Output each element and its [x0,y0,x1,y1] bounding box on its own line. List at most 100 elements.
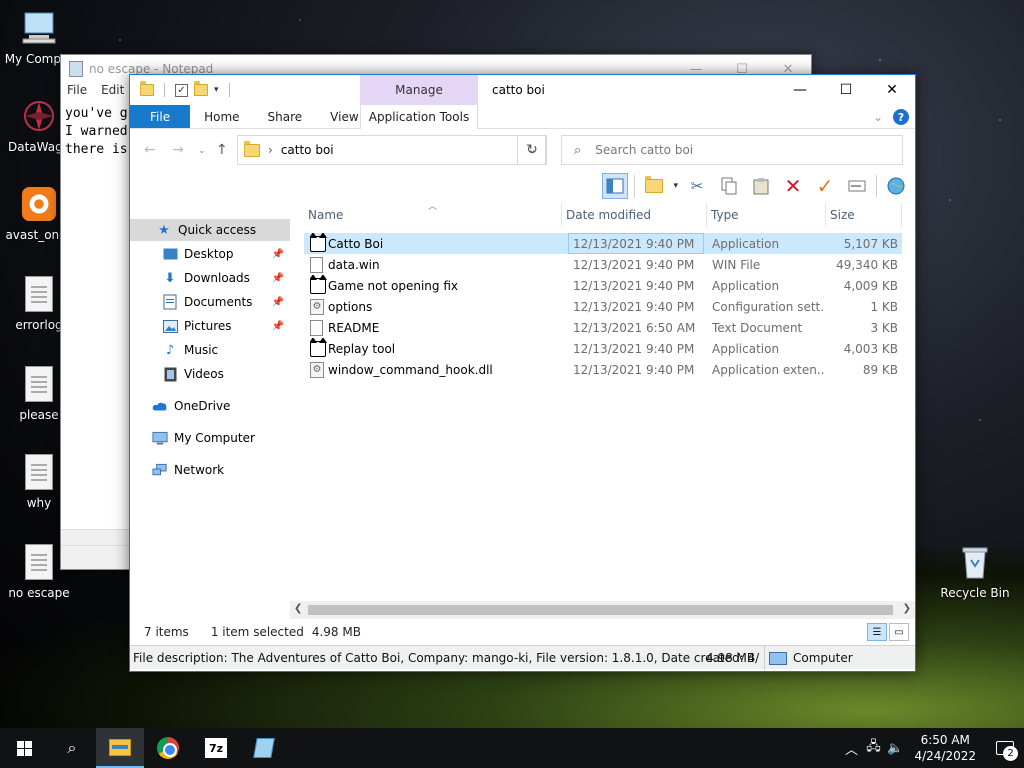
taskbar: ⌕ 7z ︿ 🖧 🔈 6:50 AM 4/24/2022 2 [0,728,1024,768]
manage-tab-header[interactable]: Manage [360,75,478,105]
paste-icon[interactable] [748,173,774,199]
file-date: 12/13/2021 9:40 PM [573,341,695,356]
toolbar-separator [634,175,636,197]
chevron-right-icon[interactable]: › [268,143,273,157]
large-icons-view-icon[interactable]: ▭ [889,623,909,641]
file-date: 12/13/2021 9:40 PM [573,362,695,377]
rename-icon[interactable] [844,173,870,199]
tab-share[interactable]: Share [254,105,317,128]
pin-icon[interactable]: 📌 [272,321,284,332]
taskbar-chrome[interactable] [144,728,192,768]
nav-item-documents[interactable]: Documents 📌 [130,291,290,313]
copy-icon[interactable] [716,173,742,199]
clock[interactable]: 6:50 AM 4/24/2022 [914,732,976,764]
pin-icon[interactable]: 📌 [272,297,284,308]
file-row-readme[interactable]: README 12/13/2021 6:50 AM Text Document … [304,317,902,338]
desktop-icon-recycle-bin[interactable]: Recycle Bin [935,542,1015,600]
explorer-titlebar[interactable]: ✓ ▾ Manage catto boi — ☐ ✕ [130,75,915,105]
nav-item-music[interactable]: ♪ Music [130,339,290,361]
file-description: File description: The Adventures of Catt… [133,650,760,665]
refresh-button[interactable]: ↻ [517,135,547,165]
recent-locations-icon[interactable]: ⌄ [198,146,206,156]
nav-item-videos[interactable]: Videos [130,363,290,385]
chevron-down-icon[interactable]: ▾ [673,181,678,191]
file-row-window-command-hook[interactable]: ⚙ window_command_hook.dll 12/13/2021 9:4… [304,359,902,380]
minimize-icon[interactable]: — [777,75,823,105]
file-row-game-not-opening-fix[interactable]: Game not opening fix 12/13/2021 9:40 PM … [304,275,902,296]
nav-item-my-computer[interactable]: My Computer [130,427,290,449]
breadcrumb-current[interactable]: catto boi [281,143,334,157]
nav-item-network[interactable]: Network [130,459,290,481]
file-name: data.win [328,257,380,272]
tab-application-tools[interactable]: Application Tools [360,105,478,129]
globe-icon[interactable] [883,173,909,199]
file-explorer-window[interactable]: ✓ ▾ Manage catto boi — ☐ ✕ File Home Sha… [129,74,916,672]
ribbon-tabs: File Home Share View Application Tools [130,105,915,129]
column-header-size[interactable]: Size [826,203,902,227]
nav-item-quick-access[interactable]: ★ Quick access [130,219,290,241]
toolbar-separator [164,83,165,97]
action-center-button[interactable]: 2 [986,728,1024,768]
new-folder-button[interactable] [641,173,667,199]
nav-item-pictures[interactable]: Pictures 📌 [130,315,290,337]
taskbar-notepad[interactable] [240,728,288,768]
horizontal-scrollbar[interactable]: ❮ ❯ [290,601,915,619]
notepad-menu-edit[interactable]: Edit [101,83,124,103]
toolbar-button-group: ▾ ✂ ✕ ✓ [602,171,909,201]
cut-icon[interactable]: ✂ [684,173,710,199]
forward-icon[interactable]: → [172,142,184,158]
file-row-options[interactable]: ⚙ options 12/13/2021 9:40 PM Configurati… [304,296,902,317]
desktop-icon-label: no escape [8,586,70,600]
file-type: Application [712,236,780,251]
network-status-icon[interactable]: 🖧 [862,737,884,759]
search-input[interactable]: ⌕ Search catto boi [561,135,903,165]
file-row-replay-tool[interactable]: Replay tool 12/13/2021 9:40 PM Applicati… [304,338,902,359]
search-button[interactable]: ⌕ [48,728,96,768]
computer-icon [21,8,57,48]
file-row-data-win[interactable]: data.win 12/13/2021 9:40 PM WIN File 49,… [304,254,902,275]
file-type: Application exten... [712,362,824,377]
file-row-catto-boi[interactable]: Catto Boi 12/13/2021 9:40 PM Application… [304,233,902,254]
window-title: catto boi [492,83,545,97]
dll-icon: ⚙ [310,359,330,380]
tab-file[interactable]: File [130,105,191,128]
chevron-up-icon[interactable]: ︿ [840,739,862,758]
nav-item-onedrive[interactable]: OneDrive [130,395,290,417]
scroll-right-icon[interactable]: ❯ [903,603,911,614]
expand-ribbon-icon[interactable]: ⌄ [873,110,883,124]
column-header-type[interactable]: Type [707,203,826,227]
close-icon[interactable]: ✕ [869,75,915,105]
nav-item-downloads[interactable]: ⬇ Downloads 📌 [130,267,290,289]
pin-icon[interactable]: 📌 [272,273,284,284]
new-folder-icon [645,176,664,193]
notepad-menu-file[interactable]: File [67,83,87,103]
column-header-name[interactable]: Name [304,203,562,227]
pin-icon[interactable]: 📌 [272,249,284,260]
tab-home[interactable]: Home [190,105,253,128]
new-folder-icon[interactable] [194,81,208,96]
nav-item-label: Music [184,343,219,357]
scrollbar-thumb[interactable] [308,605,893,615]
toolbar-separator [228,83,230,97]
up-icon[interactable]: ↑ [216,142,228,158]
address-bar[interactable]: › catto boi ⌄ [237,135,546,165]
checkmark-icon[interactable]: ✓ [812,173,838,199]
taskbar-file-explorer[interactable] [96,728,144,768]
volume-icon[interactable]: 🔈 [884,741,906,756]
scroll-left-icon[interactable]: ❮ [294,603,302,614]
taskbar-7zip[interactable]: 7z [192,728,240,768]
preview-pane-button[interactable] [602,173,629,199]
start-button[interactable] [0,728,48,768]
details-view-icon[interactable]: ☰ [867,623,887,641]
delete-icon[interactable]: ✕ [780,173,806,199]
column-header-date-modified[interactable]: Date modified [562,203,707,227]
nav-item-label: OneDrive [174,399,231,413]
item-count: 7 items [144,625,189,639]
help-icon[interactable]: ? [893,109,909,125]
back-icon[interactable]: ← [144,142,156,158]
customize-toolbar-icon[interactable]: ▾ [214,85,219,95]
maximize-icon[interactable]: ☐ [823,75,869,105]
nav-item-label: Documents [184,295,253,309]
nav-item-desktop[interactable]: Desktop 📌 [130,243,290,265]
properties-icon[interactable]: ✓ [175,83,188,97]
